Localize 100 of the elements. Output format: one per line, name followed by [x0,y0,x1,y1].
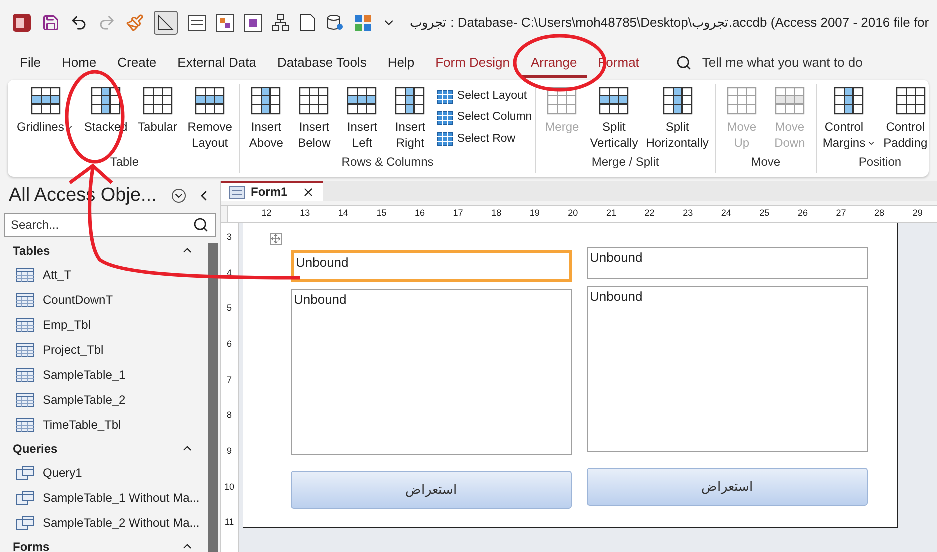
ruler-number: 28 [874,207,886,220]
ribbon-button[interactable]: Insert Below [291,84,338,151]
ruler-square-icon[interactable] [154,10,178,34]
menu-tab[interactable]: File [10,48,51,78]
ribbon-button[interactable]: Gridlines [14,84,78,135]
group-label: Rows & Columns [340,154,435,171]
ribbon-button[interactable]: Control Padding [880,84,929,151]
nav-item[interactable]: SampleTable_2 [0,387,208,412]
ribbon-button[interactable]: Tabular [134,84,181,135]
tell-me-input[interactable]: Tell me what you want to do [702,52,892,72]
table-icon [16,318,34,332]
scrollbar[interactable] [208,243,218,552]
ruler-number: 22 [644,207,656,220]
nav-item[interactable]: Emp_Tbl [0,312,208,337]
layout-grid-icon [250,86,282,116]
document-tab[interactable]: Form1 [221,181,323,201]
ribbon-small-button[interactable]: Select Layout [437,88,532,106]
layout-grid-icon [90,86,122,116]
form-button[interactable]: استعراض [587,468,868,506]
ruler-number: 12 [260,207,273,220]
table-grid-icon [437,132,454,146]
brush-icon[interactable] [126,14,144,32]
ribbon-button[interactable]: Split Horizontally [643,84,712,151]
menu-tab[interactable]: External Data [168,48,266,78]
nav-section-header[interactable]: Queries [0,437,208,460]
form-icon[interactable] [188,14,206,30]
group-label: Table [109,154,140,171]
ribbon-button[interactable]: Split Vertically [587,84,642,151]
nav-section-header[interactable]: Forms [0,535,208,552]
table-grid-icon [437,110,454,125]
text-box[interactable]: Unbound [587,247,868,279]
menu-tab[interactable]: Create [108,48,167,78]
ruler-number: 9 [226,445,232,458]
search-field[interactable]: Search... [4,213,216,237]
ribbon-button[interactable]: Insert Above [243,84,290,151]
menu-tab[interactable]: Database Tools [267,48,377,78]
hierarchy-icon[interactable] [272,14,290,32]
search-icon [193,217,209,233]
layout-grid-icon [30,86,62,116]
ruler-number: 21 [605,207,618,220]
text-box[interactable]: Unbound [291,289,572,455]
search-icon [676,54,692,70]
ruler-number: 25 [758,207,771,220]
layout-grid-icon [194,86,226,116]
colored-cubes-icon[interactable] [216,14,234,32]
ruler-number: 17 [452,207,464,220]
ribbon-button[interactable]: Insert Right [387,84,434,151]
nav-item[interactable]: Query1 [0,460,208,485]
ruler-number: 20 [567,207,580,220]
ribbon-button[interactable]: Insert Left [339,84,386,151]
cube-icon[interactable] [244,14,262,32]
ribbon-button[interactable]: Remove Layout [184,84,236,151]
save-icon[interactable] [42,14,60,32]
ruler-number: 18 [490,207,503,220]
nav-item[interactable]: Att_T [0,262,208,287]
tiles-icon[interactable] [354,14,372,32]
nav-section-header[interactable]: Tables [0,239,208,262]
ribbon-button[interactable]: Control Margins [820,84,879,151]
nav-item[interactable]: Project_Tbl [0,337,208,362]
layout-grid-icon [726,86,758,116]
close-icon[interactable] [302,186,315,198]
form-icon [229,186,245,198]
nav-item[interactable]: CountDownT [0,287,208,312]
layout-move-handle-icon[interactable] [270,233,282,245]
window-title: تجروب : Database- C:\Users\moh48785\Desktop\تجروب.accdb (Access 2007 - 2016 file for [410,14,930,32]
document-icon[interactable] [300,14,316,32]
nav-item[interactable]: SampleTable_2 Without Ma... [0,510,208,535]
app-logo-icon [12,12,32,32]
ruler-number: 4 [226,266,232,280]
menu-tab[interactable]: Home [52,48,107,78]
layout-grid-icon [662,86,694,116]
text-box[interactable]: Unbound [291,250,572,282]
nav-item[interactable]: SampleTable_1 Without Ma... [0,485,208,510]
search-input[interactable]: Search... [11,216,193,234]
nav-item[interactable]: SampleTable_1 [0,362,208,387]
ruler-number: 29 [912,207,924,220]
ribbon-small-button[interactable]: Select Column [437,109,532,126]
ruler-number: 16 [414,207,426,220]
tell-me-field[interactable]: Tell me what you want to do [672,50,896,76]
ruler-number: 24 [720,207,732,220]
form-button[interactable]: استعراض [291,471,572,509]
ruler-number: 13 [299,207,312,220]
database-icon[interactable] [326,14,344,32]
table-grid-icon [437,90,454,104]
ribbon-small-button[interactable]: Select Row [437,130,532,148]
ruler-number: 11 [224,516,234,530]
query-icon [16,516,34,530]
undo-icon[interactable] [70,14,88,32]
menu-tab[interactable]: Form Design [426,48,520,78]
ruler-number: 7 [226,374,232,387]
layout-grid-icon [298,86,330,116]
table-icon [16,392,34,406]
ruler-number: 6 [226,338,232,352]
text-box[interactable]: Unbound [587,286,868,452]
ruler-number: 15 [376,207,388,220]
table-icon [16,292,34,306]
table-icon [16,368,34,382]
layout-grid-icon [346,86,378,116]
menu-tab[interactable]: Help [378,48,425,78]
nav-item[interactable]: TimeTable_Tbl [0,412,208,437]
